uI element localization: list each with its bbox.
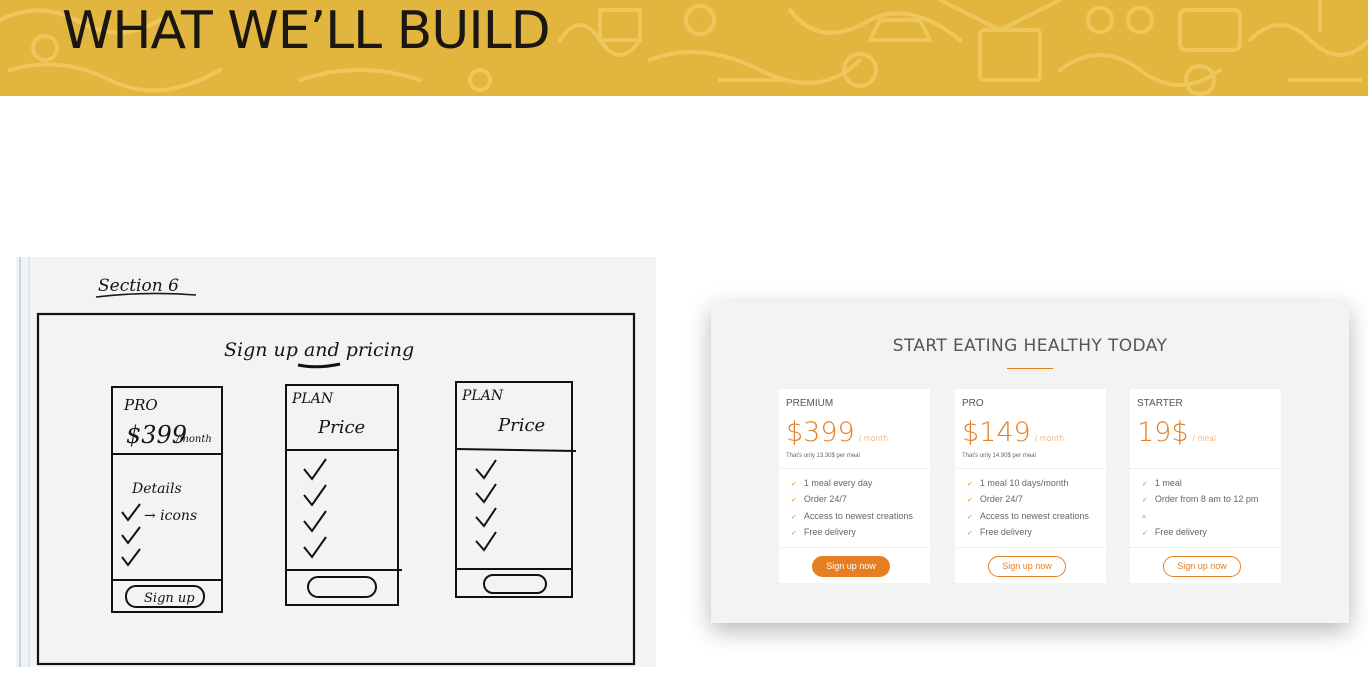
plan-feature-list: ✓ 1 meal every day ✓ Order 24/7 ✓ Access to…: [779, 469, 930, 548]
plan-price-unit: / meal: [1192, 434, 1217, 443]
checkmark-icon: ✓: [967, 530, 973, 537]
checkmark-icon: ✓: [967, 481, 973, 488]
slide-title: WHAT WE’LL BUILD: [62, 1, 551, 61]
feature-item: ×: [1142, 511, 1153, 521]
feature-item: ✓ 1 meal 10 days/month: [967, 478, 1069, 488]
title-underline: [1007, 368, 1053, 369]
sketch-card-pro: PRO $399 /month Details → icons Sign up: [111, 386, 223, 613]
plan-per-meal-note: That's only 13.30$ per meal: [786, 453, 860, 459]
plan-price: $399/ month: [786, 418, 888, 454]
checkmark-icon: ✓: [791, 497, 797, 504]
cross-icon: ×: [1142, 514, 1147, 521]
sketch-card-2-price: Price: [317, 417, 365, 438]
sketch-card-2-plan: PLAN: [291, 391, 334, 407]
sketch-card-1-unit: /month: [175, 434, 212, 445]
feature-item: ✓ 1 meal: [1142, 478, 1182, 488]
sketch-card-plan-3: PLAN Price: [455, 381, 577, 598]
plan-price-amount: 19$: [1137, 417, 1189, 448]
plan-price: 19$ / meal: [1137, 418, 1216, 454]
plan-per-meal-note: That's only 14.90$ per meal: [962, 453, 1036, 459]
plan-price-amount: $399: [786, 417, 855, 448]
plan-card-premium: PREMIUM $399/ month That's only 13.30$ p…: [779, 389, 930, 583]
checkmark-icon: ✓: [791, 514, 797, 521]
header-banner: WHAT WE’LL BUILD: [0, 0, 1368, 96]
checkmark-icon: ✓: [791, 481, 797, 488]
feature-item: ✓ Order 24/7: [791, 494, 847, 504]
plan-card-header: PREMIUM $399/ month That's only 13.30$ p…: [779, 389, 930, 469]
plan-price: $149/ month: [962, 418, 1064, 454]
feature-item: ✓ Free delivery: [791, 527, 856, 537]
plan-card-header: STARTER 19$ / meal: [1130, 389, 1281, 469]
checkmark-icon: ✓: [1142, 530, 1148, 537]
feature-item: ✓ Order from 8 am to 12 pm: [1142, 494, 1259, 504]
feature-item: ✓ Free delivery: [1142, 527, 1207, 537]
plan-card-pro: PRO $149/ month That's only 14.90$ per m…: [955, 389, 1106, 583]
wireframe-sketch-drawing: Section 6 Sign up and pricing PRO $399 /…: [19, 257, 636, 667]
plan-card-header: PRO $149/ month That's only 14.90$ per m…: [955, 389, 1106, 469]
sketch-card-1-details: Details: [131, 481, 182, 497]
plan-feature-list: ✓ 1 meal ✓ Order from 8 am to 12 pm × ✓ Fre…: [1130, 469, 1281, 548]
sign-up-button-premium[interactable]: Sign up now: [812, 556, 890, 577]
feature-item: ✓ 1 meal every day: [791, 478, 873, 488]
plan-name: STARTER: [1137, 398, 1183, 409]
sketch-card-1-plan: PRO: [123, 396, 158, 414]
feature-item: ✓ Order 24/7: [967, 494, 1023, 504]
hand-drawn-wireframe: Section 6 Sign up and pricing PRO $399 /…: [16, 257, 656, 667]
plan-price-unit: / month: [858, 434, 888, 443]
sketch-card-3-price: Price: [497, 415, 545, 436]
checkmark-icon: ✓: [1142, 497, 1148, 504]
checkmark-icon: ✓: [967, 514, 973, 521]
sign-up-button-pro[interactable]: Sign up now: [988, 556, 1066, 577]
sketch-card-1-icons-note: → icons: [144, 508, 197, 524]
mockup-section-title: START EATING HEALTHY TODAY: [892, 336, 1168, 356]
feature-item: ✓ Free delivery: [967, 527, 1032, 537]
sketch-card-1-button: Sign up: [144, 591, 195, 606]
sketch-card-3-plan: PLAN: [461, 388, 504, 404]
checkmark-icon: ✓: [1142, 481, 1148, 488]
plan-price-amount: $149: [962, 417, 1031, 448]
sketch-card-plan-2: PLAN Price: [285, 384, 402, 606]
checkmark-icon: ✓: [967, 497, 973, 504]
plan-name: PREMIUM: [786, 398, 834, 409]
plan-feature-list: ✓ 1 meal 10 days/month ✓ Order 24/7 ✓ Acces…: [955, 469, 1106, 548]
sketch-heading: Sign up and pricing: [224, 339, 414, 361]
pricing-section-mockup: START EATING HEALTHY TODAY PREMIUM $399/…: [711, 302, 1349, 623]
plan-card-starter: STARTER 19$ / meal ✓ 1 meal ✓ Order from 8 …: [1130, 389, 1281, 583]
feature-item: ✓ Access to newest creations: [967, 511, 1089, 521]
feature-item: ✓ Access to newest creations: [791, 511, 913, 521]
plan-name: PRO: [962, 398, 984, 409]
plan-price-unit: / month: [1034, 434, 1064, 443]
sign-up-button-starter[interactable]: Sign up now: [1163, 556, 1241, 577]
checkmark-icon: ✓: [791, 530, 797, 537]
